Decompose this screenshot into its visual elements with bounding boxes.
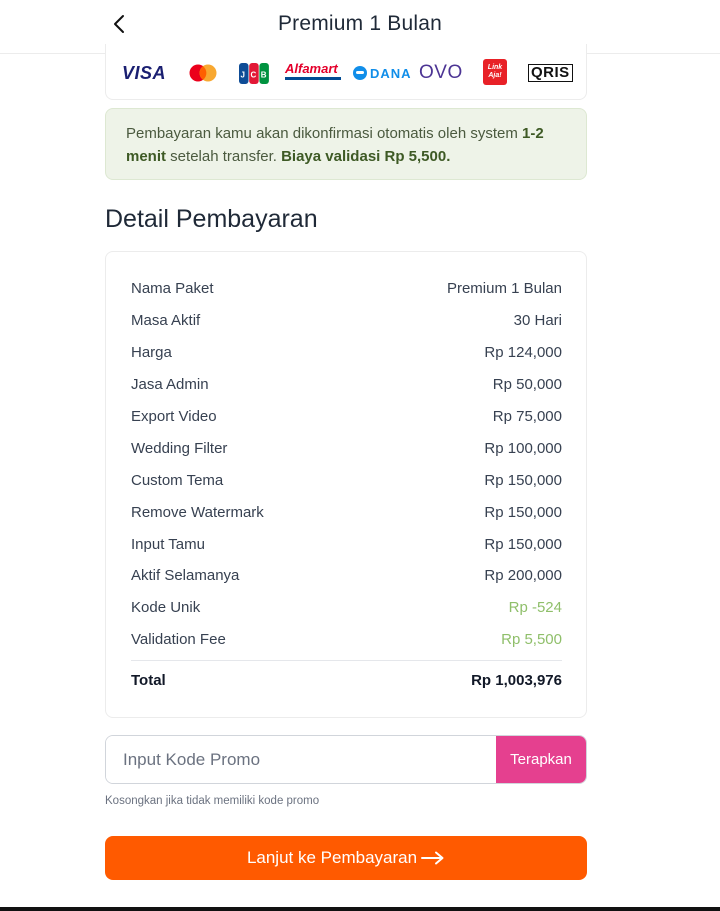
row-value: Rp 150,000: [484, 503, 562, 521]
notice-text: Pembayaran kamu akan dikonfirmasi otomat…: [126, 125, 523, 142]
row-label: Remove Watermark: [131, 503, 264, 521]
total-row: Total Rp 1,003,976: [131, 670, 562, 690]
row-label: Export Video: [131, 407, 217, 425]
detail-row: Kode Unik Rp -524: [131, 597, 562, 617]
row-value: Rp 75,000: [492, 407, 562, 425]
notice-text-2: setelah transfer.: [166, 148, 282, 165]
mastercard-logo: [188, 62, 218, 84]
row-value: Rp 100,000: [484, 439, 562, 457]
row-value: 30 Hari: [513, 311, 562, 329]
detail-row: Remove Watermark Rp 150,000: [131, 502, 562, 522]
promo-hint: Kosongkan jika tidak memiliki kode promo: [105, 795, 320, 807]
validation-notice: Pembayaran kamu akan dikonfirmasi otomat…: [105, 108, 587, 180]
page-title: Premium 1 Bulan: [277, 12, 443, 35]
detail-row: Export Video Rp 75,000: [131, 406, 562, 426]
dana-logo: DANA: [353, 62, 412, 84]
detail-row: Aktif Selamanya Rp 200,000: [131, 565, 562, 585]
detail-row: Harga Rp 124,000: [131, 342, 562, 362]
detail-row: Custom Tema Rp 150,000: [131, 470, 562, 490]
row-label: Nama Paket: [131, 279, 214, 297]
visa-logo: VISA: [122, 62, 167, 83]
notice-fee: Biaya validasi Rp 5,500.: [281, 148, 451, 165]
row-value: Rp 5,500: [501, 630, 562, 648]
detail-row: Input Tamu Rp 150,000: [131, 534, 562, 554]
continue-payment-button[interactable]: Lanjut ke Pembayaran: [105, 836, 587, 880]
bottom-edge: [0, 907, 720, 911]
row-label: Wedding Filter: [131, 439, 228, 457]
payment-methods-card: VISA J C B Alfamart DANA OVO Link Aja! Q…: [105, 44, 587, 100]
apply-promo-button[interactable]: Terapkan: [496, 736, 586, 783]
row-label: Jasa Admin: [131, 375, 209, 393]
row-label: Input Tamu: [131, 535, 205, 553]
alfamart-logo: Alfamart: [285, 62, 341, 84]
row-label: Masa Aktif: [131, 311, 201, 329]
detail-row: Validation Fee Rp 5,500: [131, 629, 562, 649]
arrow-right-icon: [421, 851, 444, 865]
linkaja-logo: Link Aja!: [483, 59, 507, 85]
svg-text:B: B: [261, 70, 267, 79]
continue-payment-label: Lanjut ke Pembayaran: [246, 848, 418, 867]
detail-row: Masa Aktif 30 Hari: [131, 310, 562, 330]
row-label: Kode Unik: [131, 598, 201, 616]
row-value: Rp -524: [508, 598, 562, 616]
promo-code-group: Terapkan: [105, 735, 587, 784]
row-label: Validation Fee: [131, 630, 226, 648]
detail-row: Wedding Filter Rp 100,000: [131, 438, 562, 458]
row-label: Custom Tema: [131, 471, 224, 489]
row-value: Premium 1 Bulan: [446, 279, 562, 297]
detail-row: Jasa Admin Rp 50,000: [131, 374, 562, 394]
ovo-logo: OVO: [419, 62, 463, 83]
row-value: Rp 200,000: [484, 566, 562, 584]
row-value: Rp 50,000: [492, 375, 562, 393]
row-value: Rp 150,000: [484, 535, 562, 553]
row-label: Harga: [131, 343, 172, 361]
total-label: Total: [131, 671, 166, 689]
payment-detail-card: Nama Paket Premium 1 Bulan Masa Aktif 30 H…: [105, 251, 587, 718]
row-label: Aktif Selamanya: [131, 566, 240, 584]
section-title: Detail Pembayaran: [105, 205, 318, 233]
jcb-logo: J C B: [239, 62, 269, 84]
row-value: Rp 150,000: [484, 471, 562, 489]
svg-text:J: J: [241, 70, 245, 79]
promo-code-input[interactable]: [106, 736, 496, 783]
row-value: Rp 124,000: [484, 343, 562, 361]
total-divider: [131, 660, 562, 661]
detail-row: Nama Paket Premium 1 Bulan: [131, 278, 562, 298]
svg-text:C: C: [251, 70, 257, 79]
qris-logo: QRIS: [528, 62, 573, 84]
total-value: Rp 1,003,976: [471, 671, 562, 689]
